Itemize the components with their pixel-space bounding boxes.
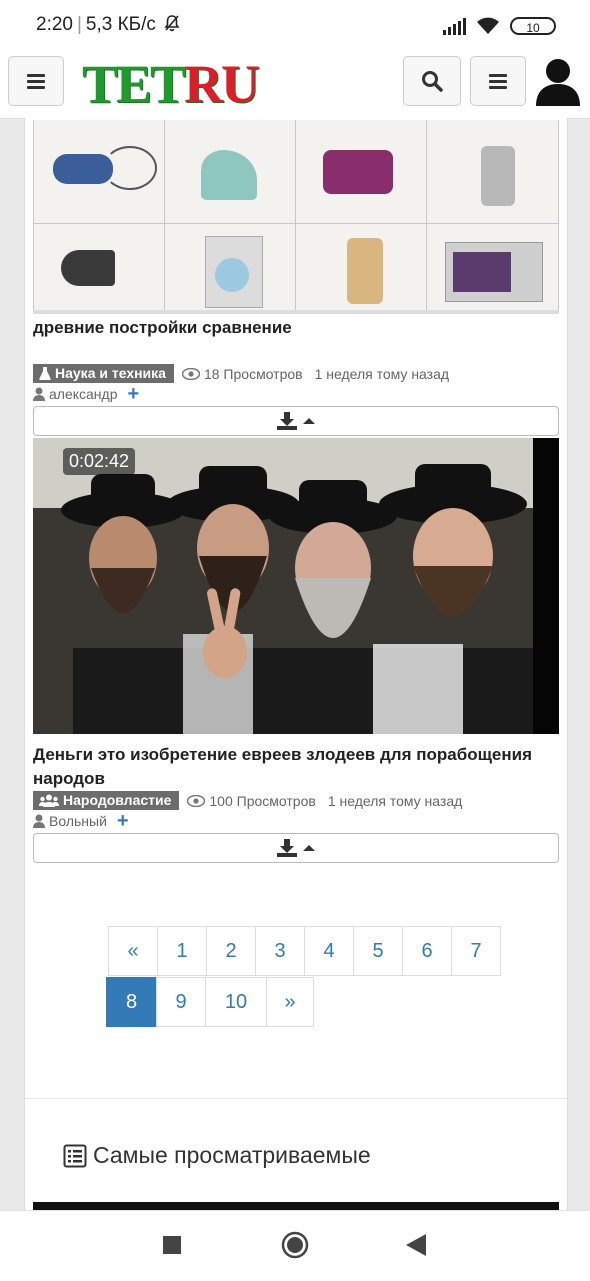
page-6[interactable]: 6 bbox=[402, 926, 452, 976]
subscribe-plus-icon-1[interactable]: + bbox=[128, 384, 140, 404]
page-1[interactable]: 1 bbox=[157, 926, 207, 976]
video-thumbnail-illustration bbox=[33, 438, 559, 734]
user-icon bbox=[33, 387, 45, 401]
battery-icon: 10 bbox=[510, 17, 556, 35]
eye-icon bbox=[181, 367, 200, 380]
flask-icon bbox=[39, 367, 51, 380]
status-net-speed: 5,3 КБ/с bbox=[85, 14, 156, 35]
page-3[interactable]: 3 bbox=[255, 926, 305, 976]
status-separator: | bbox=[76, 14, 82, 35]
download-icon bbox=[277, 839, 297, 857]
post-author-1: александр + bbox=[33, 384, 140, 404]
view-count-2: 100 Просмотров bbox=[209, 792, 316, 809]
post-date-1: 1 неделя тому назад bbox=[314, 365, 450, 382]
site-header: TETRU bbox=[0, 52, 590, 119]
post-title-1[interactable]: древние постройки сравнение bbox=[33, 316, 553, 340]
post-video-thumbnail-2[interactable]: 0:02:42 bbox=[33, 438, 559, 734]
system-nav-bar bbox=[0, 1210, 590, 1281]
wifi-icon bbox=[477, 17, 499, 34]
download-toggle-1[interactable] bbox=[33, 406, 559, 436]
subscribe-plus-icon-2[interactable]: + bbox=[117, 811, 129, 831]
main-menu-button[interactable] bbox=[8, 56, 64, 106]
page-9[interactable]: 9 bbox=[156, 977, 206, 1027]
download-toggle-2[interactable] bbox=[33, 833, 559, 863]
site-logo[interactable]: TETRU bbox=[82, 54, 260, 114]
author-name-1[interactable]: александр bbox=[49, 386, 118, 402]
signal-icon bbox=[443, 17, 466, 35]
caret-up-icon bbox=[303, 845, 315, 851]
category-badge-2[interactable]: Народовластие bbox=[33, 791, 180, 810]
video-duration: 0:02:42 bbox=[63, 448, 136, 475]
download-icon bbox=[277, 412, 297, 430]
post-date-2: 1 неделя тому назад bbox=[327, 792, 463, 809]
category-badge-1[interactable]: Наука и техника bbox=[33, 364, 174, 383]
category-label-2: Народовластие bbox=[63, 792, 172, 808]
post-thumbnail-1[interactable] bbox=[33, 120, 559, 314]
status-right: 10 bbox=[443, 16, 556, 36]
next-video-thumbnail-edge[interactable] bbox=[33, 1202, 559, 1210]
author-name-2[interactable]: Вольный bbox=[49, 813, 107, 829]
section-divider bbox=[25, 1098, 567, 1099]
users-icon bbox=[39, 794, 59, 807]
category-label-1: Наука и техника bbox=[55, 365, 166, 381]
user-icon bbox=[33, 814, 45, 828]
content-card: древние постройки сравнение Наука и техн… bbox=[24, 118, 568, 1210]
back-icon[interactable] bbox=[406, 1234, 426, 1256]
post-meta-1: Наука и техника 18 Просмотров 1 неделя т… bbox=[33, 364, 449, 383]
page-7[interactable]: 7 bbox=[451, 926, 501, 976]
page-next[interactable]: » bbox=[266, 977, 314, 1027]
page-10[interactable]: 10 bbox=[205, 977, 267, 1027]
status-time: 2:20 bbox=[36, 14, 73, 35]
search-icon bbox=[422, 71, 443, 92]
mute-bell-icon bbox=[164, 15, 180, 32]
status-left: 2:20 | 5,3 КБ/с bbox=[36, 14, 181, 36]
hamburger-icon bbox=[27, 71, 45, 92]
post-meta-2: Народовластие 100 Просмотров 1 неделя то… bbox=[33, 791, 462, 810]
post-title-2[interactable]: Деньги это изобретение евреев злодеев дл… bbox=[33, 743, 553, 791]
post-author-2: Вольный + bbox=[33, 811, 129, 831]
list-alt-icon bbox=[63, 1144, 87, 1167]
page-prev[interactable]: « bbox=[108, 926, 158, 976]
list-icon bbox=[489, 71, 507, 92]
page-4[interactable]: 4 bbox=[304, 926, 354, 976]
search-button[interactable] bbox=[403, 56, 461, 106]
status-bar: 2:20 | 5,3 КБ/с 10 bbox=[0, 0, 590, 52]
view-count-1: 18 Просмотров bbox=[203, 365, 303, 382]
most-viewed-heading: Самые просматриваемые bbox=[63, 1142, 371, 1169]
recents-icon[interactable] bbox=[163, 1236, 181, 1254]
home-icon[interactable] bbox=[281, 1231, 309, 1259]
page-8-active[interactable]: 8 bbox=[106, 977, 157, 1027]
eye-icon bbox=[187, 794, 206, 807]
caret-up-icon bbox=[303, 418, 315, 424]
secondary-menu-button[interactable] bbox=[470, 56, 526, 106]
page-2[interactable]: 2 bbox=[206, 926, 256, 976]
page-5[interactable]: 5 bbox=[353, 926, 403, 976]
most-viewed-title: Самые просматриваемые bbox=[93, 1142, 371, 1168]
user-avatar-icon[interactable] bbox=[534, 56, 582, 106]
